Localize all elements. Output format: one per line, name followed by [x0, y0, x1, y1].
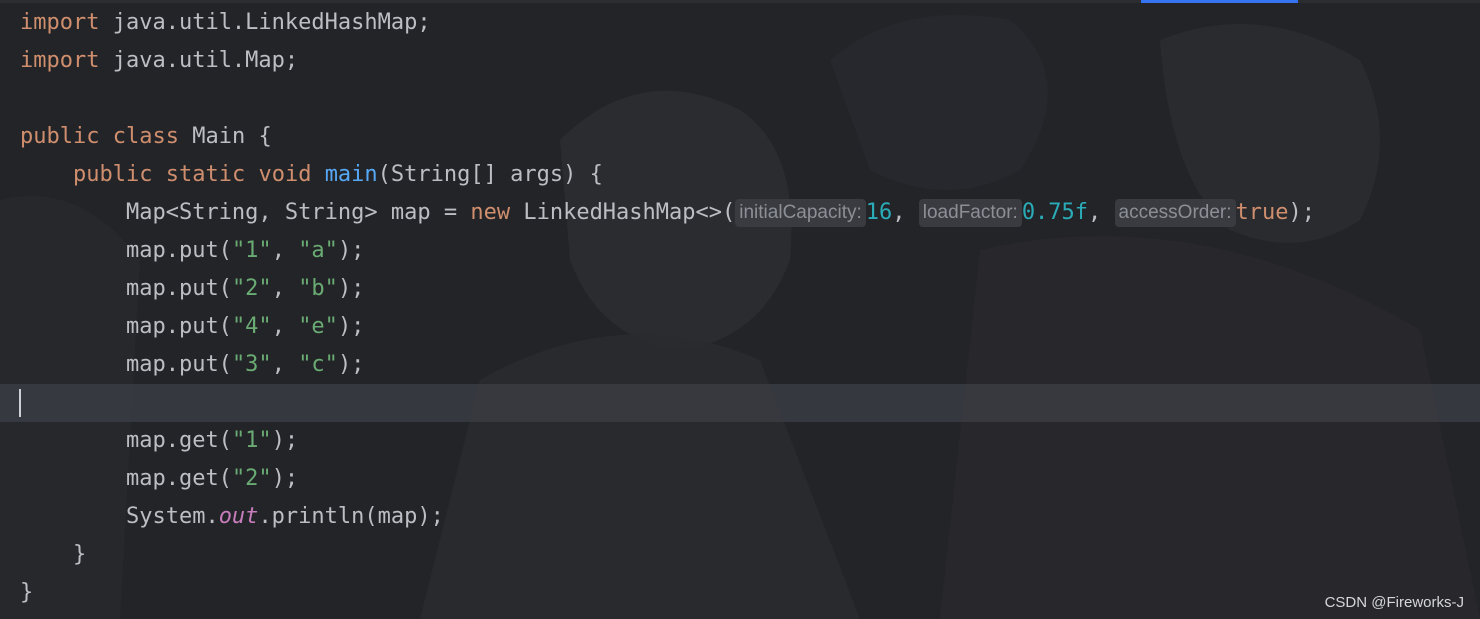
code-text: map.put(: [125, 352, 232, 377]
code-line-3[interactable]: [0, 80, 1480, 118]
code-line-12[interactable]: map.get("1");: [0, 422, 1480, 460]
keyword: public: [20, 124, 100, 149]
code-text: Map<String, String> map =: [125, 200, 471, 225]
keyword: import: [20, 10, 100, 35]
code-text: java.util.LinkedHashMap;: [99, 10, 431, 35]
code-line-11-current[interactable]: [0, 384, 1480, 422]
code-text: map.put(: [125, 238, 232, 263]
watermark: CSDN @Fireworks-J: [1324, 594, 1464, 611]
keyword: true: [1235, 200, 1289, 225]
code-text: ,: [271, 238, 299, 263]
string-literal: "4": [231, 314, 272, 339]
text-caret: [19, 389, 21, 417]
code-text: );: [337, 238, 365, 263]
code-text: map.put(: [125, 276, 232, 301]
code-text: );: [271, 428, 299, 453]
active-tab-indicator: [1141, 0, 1298, 3]
code-text: );: [1288, 200, 1316, 225]
code-line-9[interactable]: map.put("4", "e");: [0, 308, 1480, 346]
code-text: LinkedHashMap<>(: [510, 200, 736, 225]
number-literal: 16: [865, 200, 893, 225]
keyword: void: [258, 162, 312, 187]
method-name: main: [324, 162, 378, 187]
keyword: import: [20, 48, 100, 73]
string-literal: "1": [231, 238, 272, 263]
keyword: static: [165, 162, 246, 187]
code-line-2[interactable]: import java.util.Map;: [0, 42, 1480, 80]
string-literal: "1": [231, 428, 272, 453]
code-text: );: [271, 466, 299, 491]
code-text: ,: [1088, 200, 1115, 225]
string-literal: "3": [231, 352, 272, 377]
code-text: ,: [271, 314, 299, 339]
code-text: Main {: [178, 124, 272, 149]
code-text: (String[] args) {: [377, 162, 603, 187]
code-text: );: [337, 352, 365, 377]
code-text: );: [337, 314, 365, 339]
keyword: new: [470, 200, 511, 225]
string-literal: "e": [298, 314, 338, 339]
string-literal: "a": [298, 238, 338, 263]
code-text: System.: [125, 504, 219, 529]
code-line-4[interactable]: public class Main {: [0, 118, 1480, 156]
string-literal: "2": [231, 276, 272, 301]
code-line-6[interactable]: Map<String, String> map = new LinkedHash…: [0, 194, 1480, 232]
code-line-14[interactable]: System.out.println(map);: [0, 498, 1480, 536]
code-line-10[interactable]: map.put("3", "c");: [0, 346, 1480, 384]
code-text: .println(map);: [258, 504, 444, 529]
code-text: map.get(: [125, 428, 232, 453]
code-text: map.get(: [125, 466, 232, 491]
code-text: ,: [271, 352, 299, 377]
code-text: ,: [271, 276, 299, 301]
string-literal: "b": [298, 276, 338, 301]
string-literal: "c": [298, 352, 338, 377]
parameter-hint-initial-capacity: initialCapacity:: [735, 199, 866, 227]
code-text: java.util.Map;: [99, 48, 299, 73]
code-text: ,: [892, 200, 919, 225]
code-editor[interactable]: import java.util.LinkedHashMap; import j…: [0, 4, 1480, 612]
code-line-1[interactable]: import java.util.LinkedHashMap;: [0, 4, 1480, 42]
code-line-13[interactable]: map.get("2");: [0, 460, 1480, 498]
code-text: map.put(: [125, 314, 232, 339]
code-line-16[interactable]: }: [0, 574, 1480, 612]
parameter-hint-load-factor: loadFactor:: [918, 199, 1022, 227]
parameter-hint-access-order: accessOrder:: [1114, 199, 1236, 227]
code-line-15[interactable]: }: [0, 536, 1480, 574]
code-line-7[interactable]: map.put("1", "a");: [0, 232, 1480, 270]
static-field: out: [218, 504, 259, 529]
code-line-8[interactable]: map.put("2", "b");: [0, 270, 1480, 308]
code-text: );: [337, 276, 365, 301]
code-line-5[interactable]: public static void main(String[] args) {: [0, 156, 1480, 194]
number-literal: 0.75f: [1021, 200, 1089, 225]
keyword: class: [112, 124, 179, 149]
code-text: }: [20, 542, 87, 567]
code-text: }: [20, 580, 34, 605]
string-literal: "2": [231, 466, 272, 491]
keyword: public: [72, 162, 153, 187]
